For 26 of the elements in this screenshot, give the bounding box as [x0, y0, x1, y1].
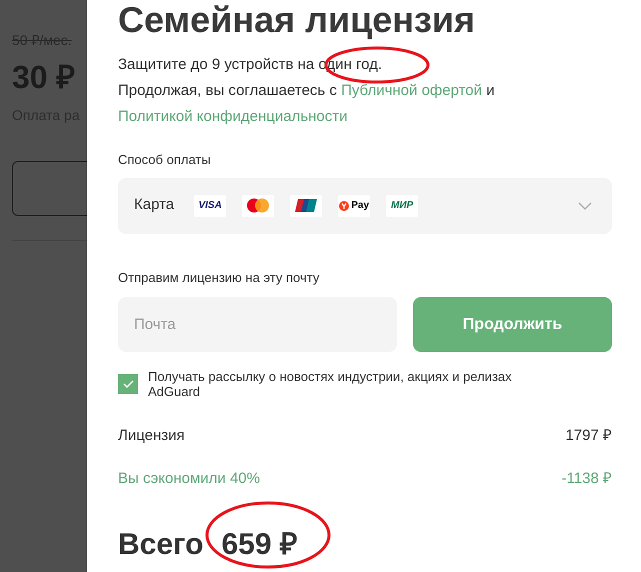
continue-button[interactable]: Продолжить: [413, 297, 612, 352]
email-field[interactable]: Почта: [118, 297, 397, 352]
check-icon: [122, 380, 134, 388]
summary-value: 1797 ₽: [565, 426, 612, 446]
mir-logo: МИР: [391, 199, 414, 213]
pay-logo: Pay: [351, 199, 370, 213]
consent-text: Продолжая, вы соглашаетесь с Публичной офертой и Политикой конфиденциальности: [118, 81, 496, 127]
modal-title: Семейная лицензия: [118, 0, 476, 40]
visa-logo: VISA: [198, 199, 222, 213]
y-pay-icon: [339, 200, 350, 210]
payment-label: Способ оплаты: [118, 151, 212, 169]
newsletter-text: Получать рассылку о новостях индустрии, акциях и релизах AdGuard: [148, 369, 513, 399]
summary-label: Вы сэкономили 40%: [118, 468, 260, 488]
summary-value: -1138 ₽: [562, 468, 612, 488]
total-value: 659 ₽: [221, 527, 297, 563]
newsletter-checkbox[interactable]: [118, 374, 138, 394]
payment-method: Карта: [134, 195, 174, 216]
total-label: Всего: [118, 527, 204, 563]
unionpay-logo: [295, 198, 318, 213]
payment-select[interactable]: Карта VISA Pay МИР: [118, 178, 612, 234]
privacy-link[interactable]: Политикой конфиденциальности: [118, 108, 348, 125]
offer-link[interactable]: Публичной офертой: [341, 82, 482, 99]
summary-label: Лицензия: [118, 426, 185, 446]
mastercard-logo: [246, 198, 270, 213]
chevron-down-icon: [578, 202, 592, 210]
email-label: Отправим лицензию на эту почту: [118, 268, 320, 287]
